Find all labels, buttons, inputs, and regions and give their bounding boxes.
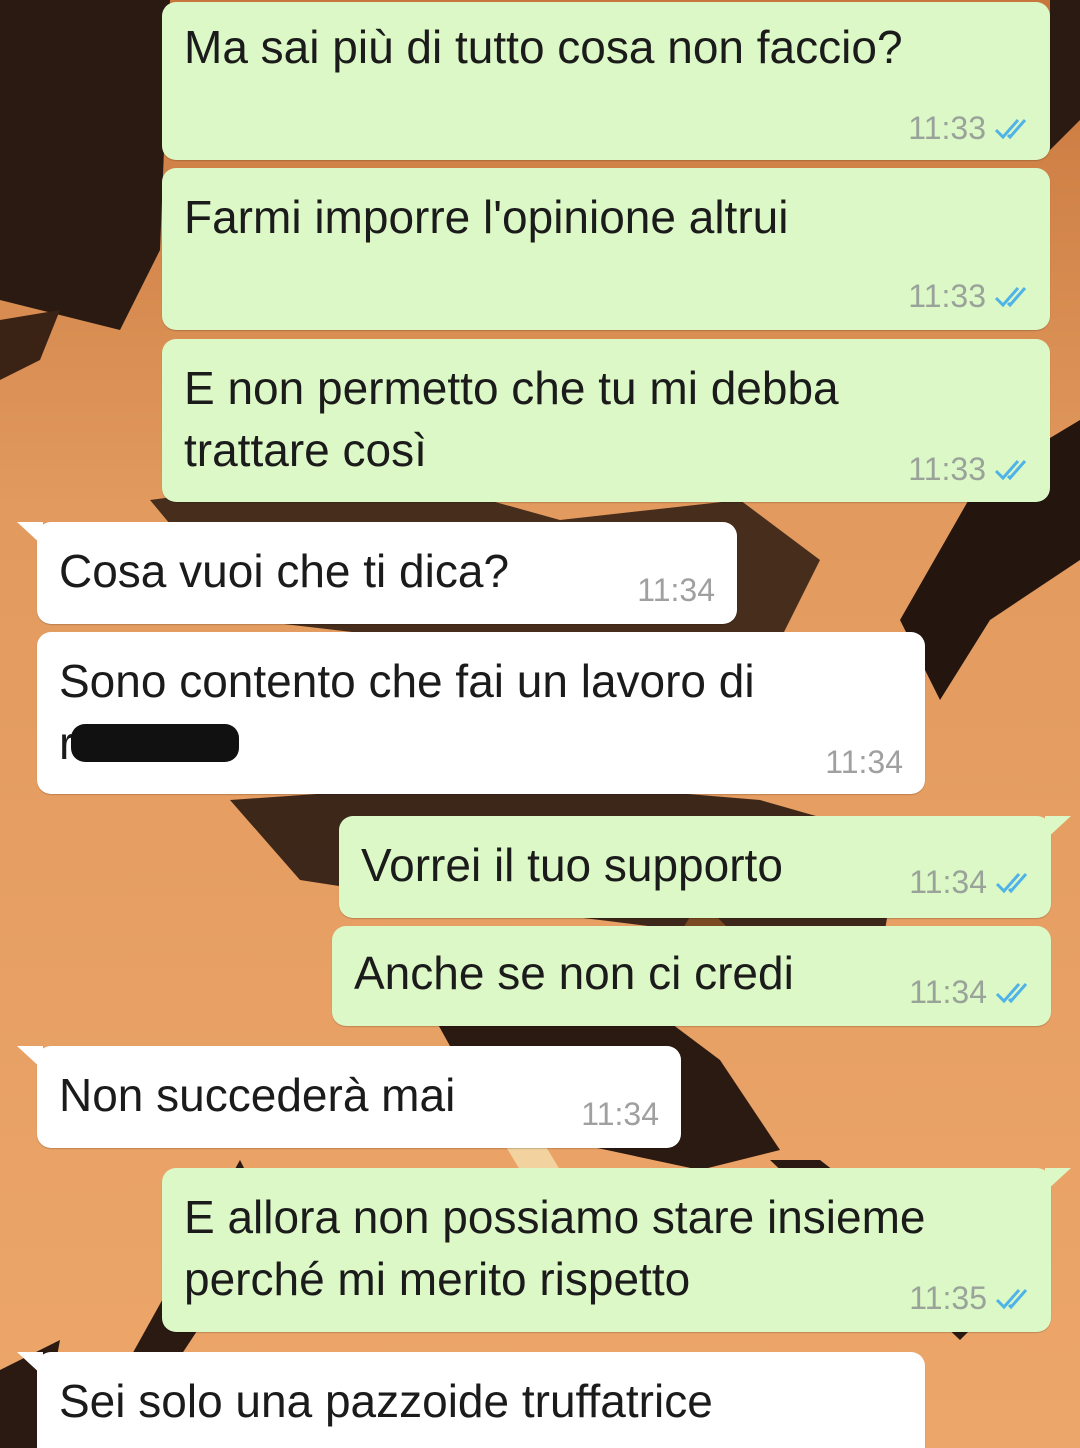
message-bubble-outgoing[interactable]: E non permetto che tu mi debba trattare … bbox=[162, 339, 1050, 502]
message-time: 11:33 bbox=[908, 110, 986, 146]
bubble-tail bbox=[1045, 1168, 1071, 1192]
redaction-mark bbox=[71, 724, 239, 762]
message-bubble-outgoing[interactable]: E allora non possiamo stare insieme perc… bbox=[162, 1168, 1071, 1332]
message-bubble-outgoing[interactable]: Vorrei il tuo supporto 11:34 bbox=[339, 816, 1071, 918]
message-bubble-incoming[interactable]: Non succederà mai 11:34 bbox=[17, 1046, 681, 1148]
message-time: 11:34 bbox=[909, 864, 987, 900]
message-time: 11:34 bbox=[581, 1096, 659, 1132]
bubble-tail bbox=[17, 1352, 43, 1376]
message-bubble-outgoing[interactable]: Anche se non ci credi 11:34 bbox=[332, 926, 1051, 1026]
double-check-icon bbox=[994, 459, 1027, 480]
message-text: E allora non possiamo stare insieme perc… bbox=[184, 1191, 926, 1305]
message-text: Sei solo una pazzoide truffatrice bbox=[59, 1375, 713, 1427]
bubble-tail bbox=[17, 522, 43, 546]
message-time: 11:33 bbox=[908, 278, 986, 314]
message-text: Non succederà mai bbox=[59, 1069, 456, 1121]
message-text: E non permetto che tu mi debba trattare … bbox=[184, 362, 839, 476]
message-time: 11:35 bbox=[909, 1280, 987, 1316]
message-text: Ma sai più di tutto cosa non faccio? bbox=[184, 21, 903, 73]
message-bubble-outgoing[interactable]: Farmi imporre l'opinione altrui 11:33 bbox=[162, 168, 1050, 330]
double-check-icon bbox=[994, 118, 1027, 139]
double-check-icon bbox=[995, 982, 1028, 1003]
message-meta: 11:34 bbox=[637, 572, 715, 609]
message-text: Vorrei il tuo supporto bbox=[361, 839, 783, 891]
message-meta: 11:33 bbox=[908, 451, 1032, 488]
message-meta: 11:34 bbox=[909, 974, 1033, 1011]
double-check-icon bbox=[995, 872, 1028, 893]
message-text: Farmi imporre l'opinione altrui bbox=[184, 191, 789, 243]
message-time: 11:34 bbox=[637, 572, 715, 608]
message-meta: 11:33 bbox=[908, 110, 1032, 147]
message-time: 11:34 bbox=[825, 744, 903, 780]
message-bubble-outgoing[interactable]: Ma sai più di tutto cosa non faccio? 11:… bbox=[162, 2, 1050, 160]
message-meta: 11:33 bbox=[908, 278, 1032, 315]
double-check-icon bbox=[994, 286, 1027, 307]
message-bubble-incoming[interactable]: Sei solo una pazzoide truffatrice bbox=[17, 1352, 925, 1448]
message-time: 11:34 bbox=[909, 974, 987, 1010]
message-meta: 11:34 bbox=[825, 744, 903, 781]
message-bubble-incoming[interactable]: Cosa vuoi che ti dica? 11:34 bbox=[17, 522, 737, 624]
bubble-tail bbox=[17, 1046, 43, 1070]
message-time: 11:33 bbox=[908, 451, 986, 487]
message-bubble-incoming[interactable]: Sono contento che fai un lavoro di r ? 1… bbox=[37, 632, 925, 794]
bubble-tail bbox=[1045, 816, 1071, 840]
double-check-icon bbox=[995, 1288, 1028, 1309]
message-text: Cosa vuoi che ti dica? bbox=[59, 545, 510, 597]
message-meta: 11:34 bbox=[909, 864, 1033, 901]
message-text: Anche se non ci credi bbox=[354, 947, 794, 999]
message-meta: 11:35 bbox=[909, 1280, 1033, 1317]
message-meta: 11:34 bbox=[581, 1096, 659, 1133]
